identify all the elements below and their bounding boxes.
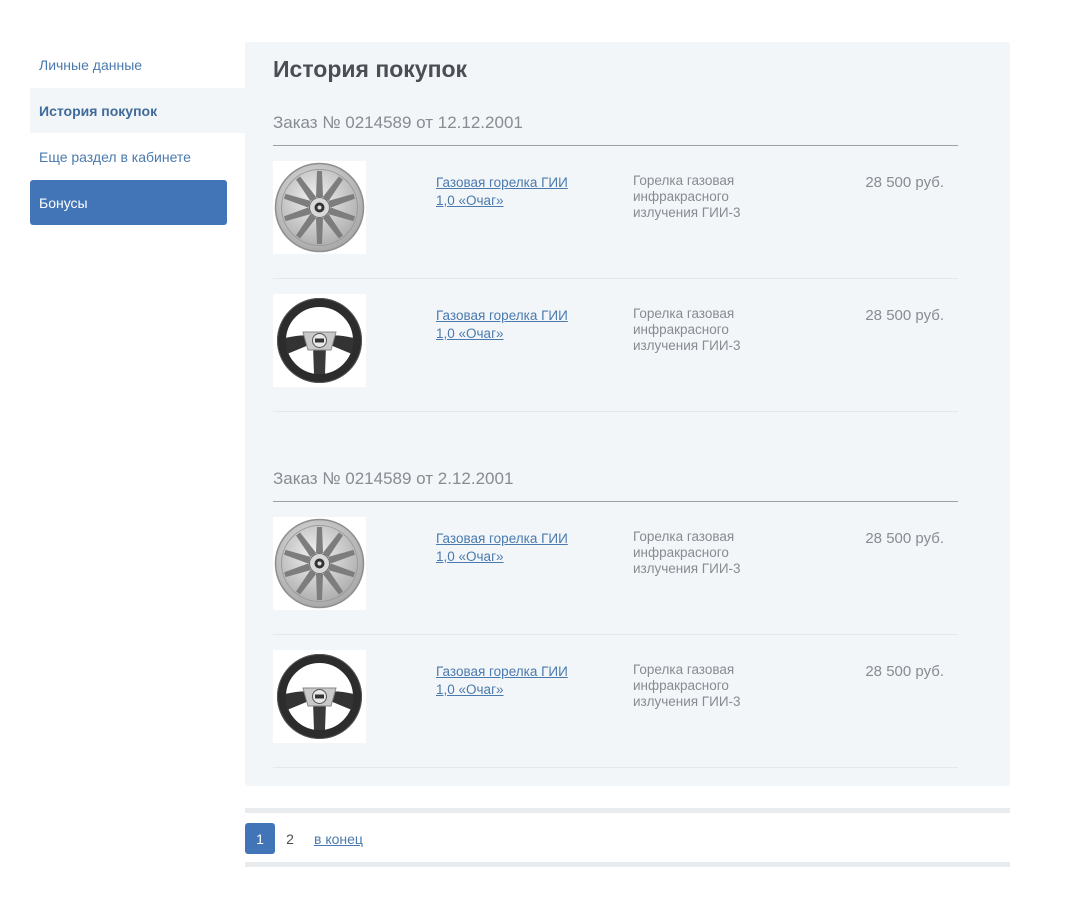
sidebar-item-bonuses[interactable]: Бонусы <box>30 180 227 225</box>
page: Личные данные История покупок Еще раздел… <box>0 0 1080 897</box>
order-block: Заказ № 0214589 от 12.12.2001 Газовая го… <box>273 111 958 412</box>
product-description: Горелка газовая инфракрасного излучения … <box>633 529 741 576</box>
order-item-row: Газовая горелка ГИИ 1,0 «Очаг» Горелка г… <box>273 146 958 279</box>
order-item-row: Газовая горелка ГИИ 1,0 «Очаг» Горелка г… <box>273 279 958 412</box>
sidebar-item-label: Бонусы <box>39 194 88 211</box>
product-link[interactable]: Газовая горелка ГИИ 1,0 «Очаг» <box>436 307 586 343</box>
pagination-divider-top <box>245 808 1010 813</box>
order-item-row: Газовая горелка ГИИ 1,0 «Очаг» Горелка г… <box>273 635 958 768</box>
product-price: 28 500 руб. <box>865 307 944 324</box>
page-end-link[interactable]: в конец <box>314 831 363 847</box>
sidebar-item-purchase-history[interactable]: История покупок <box>30 88 245 133</box>
wheel-cap-icon[interactable] <box>273 517 366 610</box>
pagination-divider-bottom <box>245 862 1010 867</box>
sidebar-item-label: Личные данные <box>39 56 143 73</box>
order-title: Заказ № 0214589 от 2.12.2001 <box>273 467 958 502</box>
product-description: Горелка газовая инфракрасного излучения … <box>633 173 741 220</box>
page-title: История покупок <box>273 56 468 82</box>
order-title: Заказ № 0214589 от 12.12.2001 <box>273 111 958 146</box>
sidebar-item-label: История покупок <box>39 102 158 119</box>
pagination: 1 2 в конец <box>245 823 363 854</box>
purchase-history-panel: История покупок Заказ № 0214589 от 12.12… <box>245 42 1010 786</box>
page-button[interactable]: 2 <box>275 823 305 854</box>
product-description: Горелка газовая инфракрасного излучения … <box>633 306 741 353</box>
sidebar-item-label: Еще раздел в кабинете <box>39 148 191 165</box>
sidebar-item-personal-data[interactable]: Личные данные <box>30 42 245 87</box>
wheel-cap-icon[interactable] <box>273 161 366 254</box>
product-description: Горелка газовая инфракрасного излучения … <box>633 662 741 709</box>
order-item-row: Газовая горелка ГИИ 1,0 «Очаг» Горелка г… <box>273 502 958 635</box>
page-button-current[interactable]: 1 <box>245 823 275 854</box>
product-price: 28 500 руб. <box>865 174 944 191</box>
steering-wheel-icon[interactable] <box>273 294 366 387</box>
product-link[interactable]: Газовая горелка ГИИ 1,0 «Очаг» <box>436 174 586 210</box>
product-link[interactable]: Газовая горелка ГИИ 1,0 «Очаг» <box>436 663 586 699</box>
steering-wheel-icon[interactable] <box>273 650 366 743</box>
product-price: 28 500 руб. <box>865 530 944 547</box>
product-price: 28 500 руб. <box>865 663 944 680</box>
sidebar-item-another-section[interactable]: Еще раздел в кабинете <box>30 134 245 179</box>
order-block: Заказ № 0214589 от 2.12.2001 Газовая гор… <box>273 467 958 768</box>
product-link[interactable]: Газовая горелка ГИИ 1,0 «Очаг» <box>436 530 586 566</box>
sidebar: Личные данные История покупок Еще раздел… <box>30 42 245 226</box>
